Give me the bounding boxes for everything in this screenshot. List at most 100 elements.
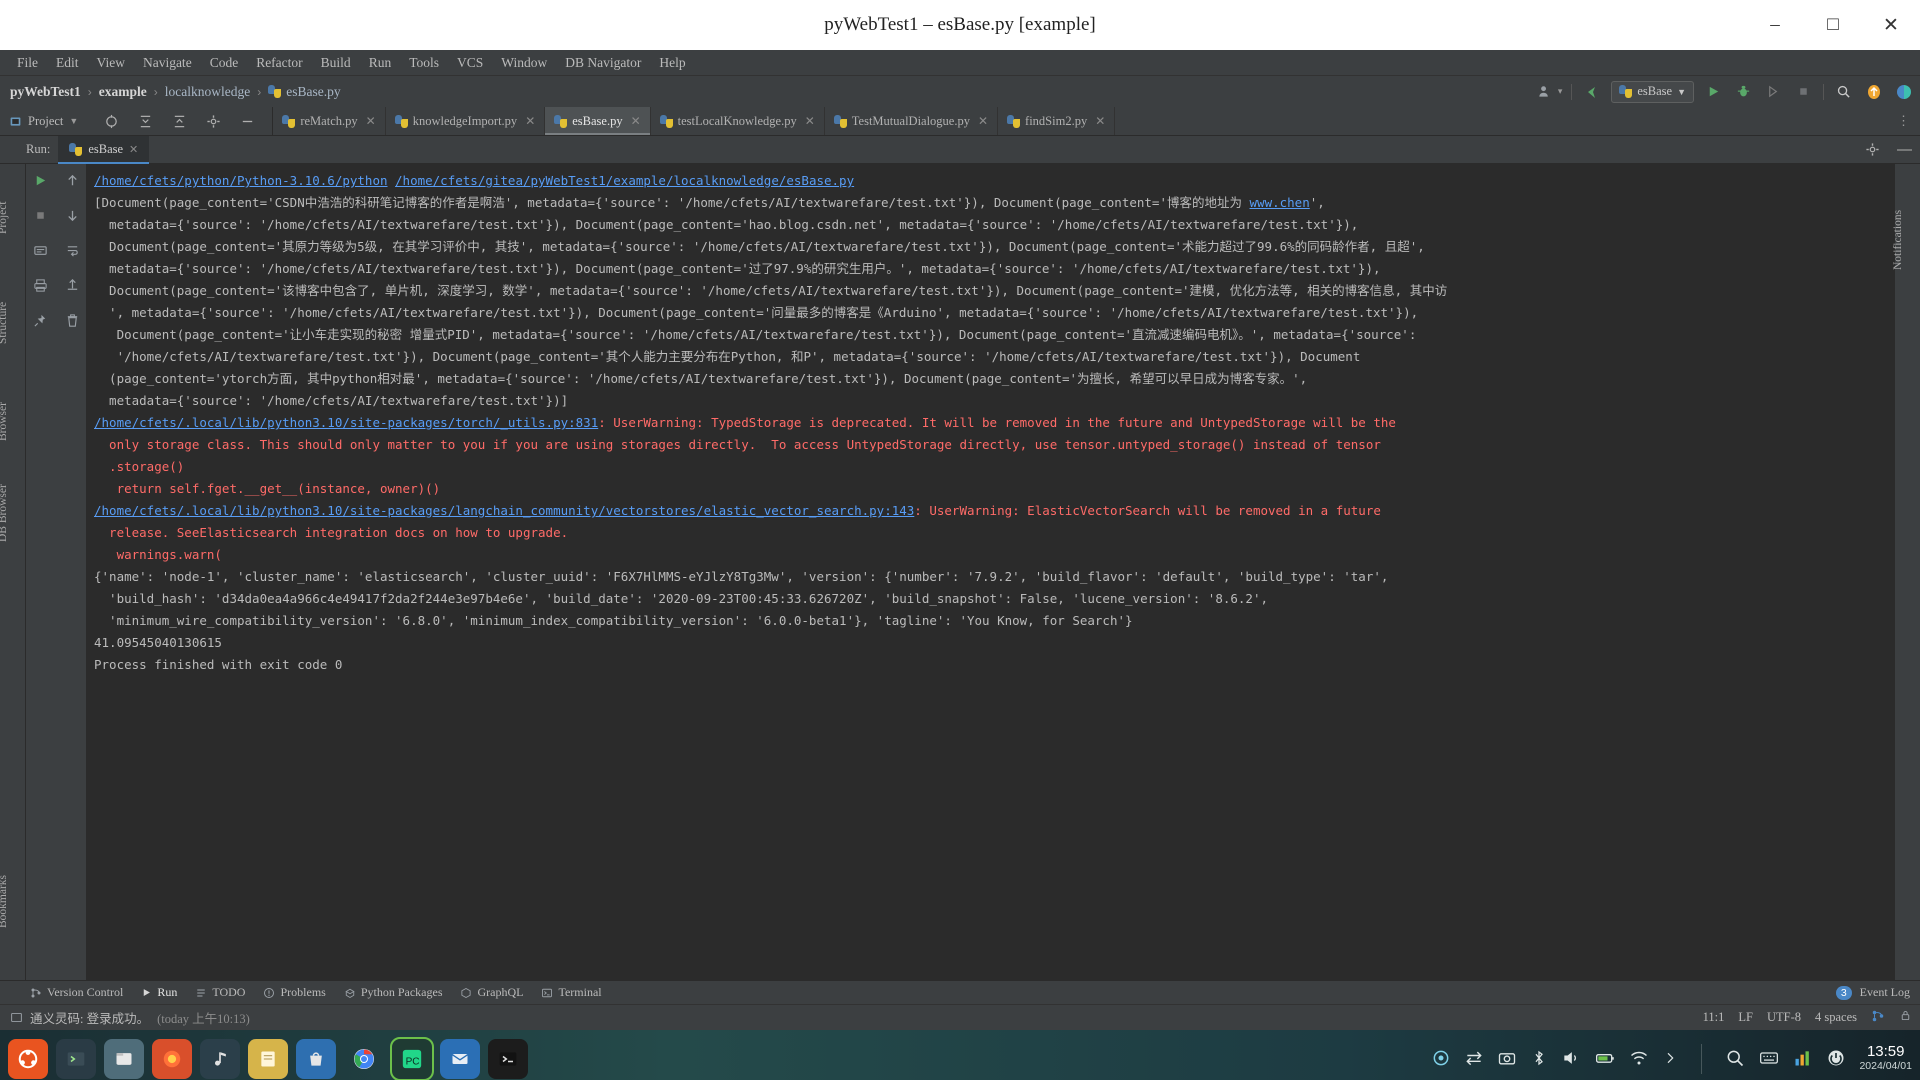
tool-strip-db-browser[interactable]: DB Browser bbox=[0, 484, 9, 542]
breadcrumb-example[interactable]: example bbox=[99, 84, 147, 100]
tool-strip-project[interactable]: Project bbox=[0, 201, 9, 234]
tool-strip-browser[interactable]: Browser bbox=[0, 402, 9, 441]
store-icon[interactable] bbox=[296, 1039, 336, 1079]
console-link[interactable]: www.chen bbox=[1250, 195, 1310, 210]
menu-item-build[interactable]: Build bbox=[312, 52, 360, 74]
screenshot-icon[interactable] bbox=[1497, 1048, 1517, 1071]
pycharm-icon[interactable]: PC bbox=[390, 1037, 434, 1080]
maximize-button[interactable]: □ bbox=[1804, 0, 1862, 50]
mail-icon[interactable] bbox=[440, 1039, 480, 1079]
pin-icon[interactable] bbox=[30, 310, 50, 330]
tool-button-run[interactable]: Run bbox=[141, 985, 177, 1000]
keyboard-icon[interactable] bbox=[1758, 1048, 1780, 1071]
files-icon[interactable] bbox=[104, 1039, 144, 1079]
close-button[interactable]: ✕ bbox=[1862, 0, 1920, 50]
menu-item-edit[interactable]: Edit bbox=[47, 52, 88, 74]
run-configuration-selector[interactable]: esBase ▼ bbox=[1611, 80, 1694, 103]
tool-button-version-control[interactable]: Version Control bbox=[30, 985, 123, 1000]
network-icon[interactable] bbox=[1629, 1048, 1649, 1071]
branch-icon[interactable] bbox=[1871, 1009, 1885, 1027]
editor-tab-findsim2[interactable]: findSim2.py ✕ bbox=[998, 107, 1116, 135]
ai-icon[interactable] bbox=[1431, 1048, 1451, 1071]
event-log-button[interactable]: Event Log bbox=[1860, 985, 1910, 1000]
editor-tab-testlocalknowledge[interactable]: testLocalKnowledge.py ✕ bbox=[651, 107, 825, 135]
indent-setting[interactable]: 4 spaces bbox=[1815, 1010, 1857, 1025]
close-icon[interactable]: ✕ bbox=[805, 114, 815, 129]
print-icon[interactable] bbox=[30, 275, 50, 295]
expand-all-icon[interactable] bbox=[169, 111, 190, 132]
account-icon[interactable] bbox=[1534, 81, 1555, 102]
close-icon[interactable]: ✕ bbox=[1095, 114, 1105, 129]
editor-tab-testmutualdialogue[interactable]: TestMutualDialogue.py ✕ bbox=[825, 107, 999, 135]
wrap-icon[interactable] bbox=[30, 240, 50, 260]
tool-button-todo[interactable]: TODO bbox=[195, 985, 245, 1000]
tool-strip-structure[interactable]: Structure bbox=[0, 302, 9, 344]
console-link[interactable]: /home/cfets/gitea/pyWebTest1/example/loc… bbox=[395, 173, 854, 188]
minimize-tool-window-icon[interactable]: — bbox=[1897, 141, 1912, 158]
battery-icon[interactable] bbox=[1594, 1048, 1616, 1071]
console-link[interactable]: /home/cfets/.local/lib/python3.10/site-p… bbox=[94, 503, 914, 518]
lock-icon[interactable] bbox=[1899, 1009, 1912, 1026]
caret-position[interactable]: 11:1 bbox=[1703, 1010, 1725, 1025]
console-link[interactable]: /home/cfets/python/Python-3.10.6/python bbox=[94, 173, 388, 188]
menu-item-db-navigator[interactable]: DB Navigator bbox=[556, 52, 650, 74]
tool-button-terminal[interactable]: Terminal bbox=[541, 985, 602, 1000]
close-icon[interactable]: ✕ bbox=[978, 114, 988, 129]
console-scrollbar[interactable] bbox=[1882, 164, 1894, 980]
project-tool-button[interactable]: Project ▼ bbox=[0, 107, 87, 135]
swap-icon[interactable] bbox=[1464, 1048, 1484, 1071]
run-button[interactable] bbox=[1703, 81, 1724, 102]
menu-item-navigate[interactable]: Navigate bbox=[134, 52, 201, 74]
settings-gear-icon[interactable] bbox=[1862, 139, 1883, 160]
breadcrumb-esbase-py[interactable]: esBase.py bbox=[286, 84, 340, 100]
power-icon[interactable] bbox=[1826, 1048, 1846, 1071]
console-link[interactable]: /home/cfets/.local/lib/python3.10/site-p… bbox=[94, 415, 598, 430]
updates-icon[interactable] bbox=[1863, 81, 1884, 102]
stop-icon[interactable] bbox=[30, 205, 50, 225]
menu-item-window[interactable]: Window bbox=[492, 52, 556, 74]
file-encoding[interactable]: UTF-8 bbox=[1767, 1010, 1801, 1025]
menu-item-vcs[interactable]: VCS bbox=[448, 52, 492, 74]
account-caret-icon[interactable]: ▾ bbox=[1558, 86, 1563, 97]
minimize-button[interactable]: – bbox=[1746, 0, 1804, 50]
hide-icon[interactable] bbox=[237, 111, 258, 132]
taskbar-clock[interactable]: 13:59 2024/04/01 bbox=[1859, 1044, 1912, 1074]
bluetooth-icon[interactable] bbox=[1530, 1049, 1548, 1070]
editor-tab-knowledgeimport[interactable]: knowledgeImport.py ✕ bbox=[386, 107, 546, 135]
close-icon[interactable]: ✕ bbox=[366, 114, 376, 129]
soft-wrap-icon[interactable] bbox=[62, 240, 82, 260]
menu-item-run[interactable]: Run bbox=[360, 52, 401, 74]
close-icon[interactable]: ✕ bbox=[631, 114, 641, 129]
editor-tab-esbase[interactable]: esBase.py ✕ bbox=[545, 107, 651, 135]
scroll-up-icon[interactable] bbox=[62, 170, 82, 190]
chrome-icon[interactable] bbox=[344, 1039, 384, 1079]
console-icon[interactable] bbox=[488, 1039, 528, 1079]
close-icon[interactable]: ✕ bbox=[129, 143, 138, 156]
trash-icon[interactable] bbox=[62, 310, 82, 330]
tool-button-graphql[interactable]: GraphQL bbox=[460, 985, 523, 1000]
breadcrumb-localknowledge[interactable]: localknowledge bbox=[165, 84, 250, 100]
menu-item-tools[interactable]: Tools bbox=[400, 52, 448, 74]
close-icon[interactable]: ✕ bbox=[525, 114, 535, 129]
scroll-down-icon[interactable] bbox=[62, 205, 82, 225]
editor-tab-rematch[interactable]: reMatch.py ✕ bbox=[273, 107, 386, 135]
menu-item-view[interactable]: View bbox=[88, 52, 134, 74]
target-icon[interactable] bbox=[101, 111, 122, 132]
volume-icon[interactable] bbox=[1561, 1048, 1581, 1071]
export-icon[interactable] bbox=[62, 275, 82, 295]
menu-item-refactor[interactable]: Refactor bbox=[247, 52, 311, 74]
firefox-icon[interactable] bbox=[152, 1039, 192, 1079]
music-icon[interactable] bbox=[200, 1039, 240, 1079]
menu-item-code[interactable]: Code bbox=[201, 52, 248, 74]
settings-gear-icon[interactable] bbox=[203, 111, 224, 132]
breadcrumb-project[interactable]: pyWebTest1 bbox=[10, 84, 81, 100]
tool-button-python-packages[interactable]: Python Packages bbox=[344, 985, 442, 1000]
chevron-right-icon[interactable] bbox=[1662, 1050, 1678, 1069]
tool-button-problems[interactable]: Problems bbox=[263, 985, 326, 1000]
debug-icon[interactable] bbox=[1733, 81, 1754, 102]
tips-icon[interactable] bbox=[1893, 81, 1914, 102]
notes-icon[interactable] bbox=[248, 1039, 288, 1079]
chart-icon[interactable] bbox=[1793, 1048, 1813, 1071]
run-tab-esbase[interactable]: esBase ✕ bbox=[58, 135, 150, 164]
search-icon[interactable] bbox=[1725, 1048, 1745, 1071]
